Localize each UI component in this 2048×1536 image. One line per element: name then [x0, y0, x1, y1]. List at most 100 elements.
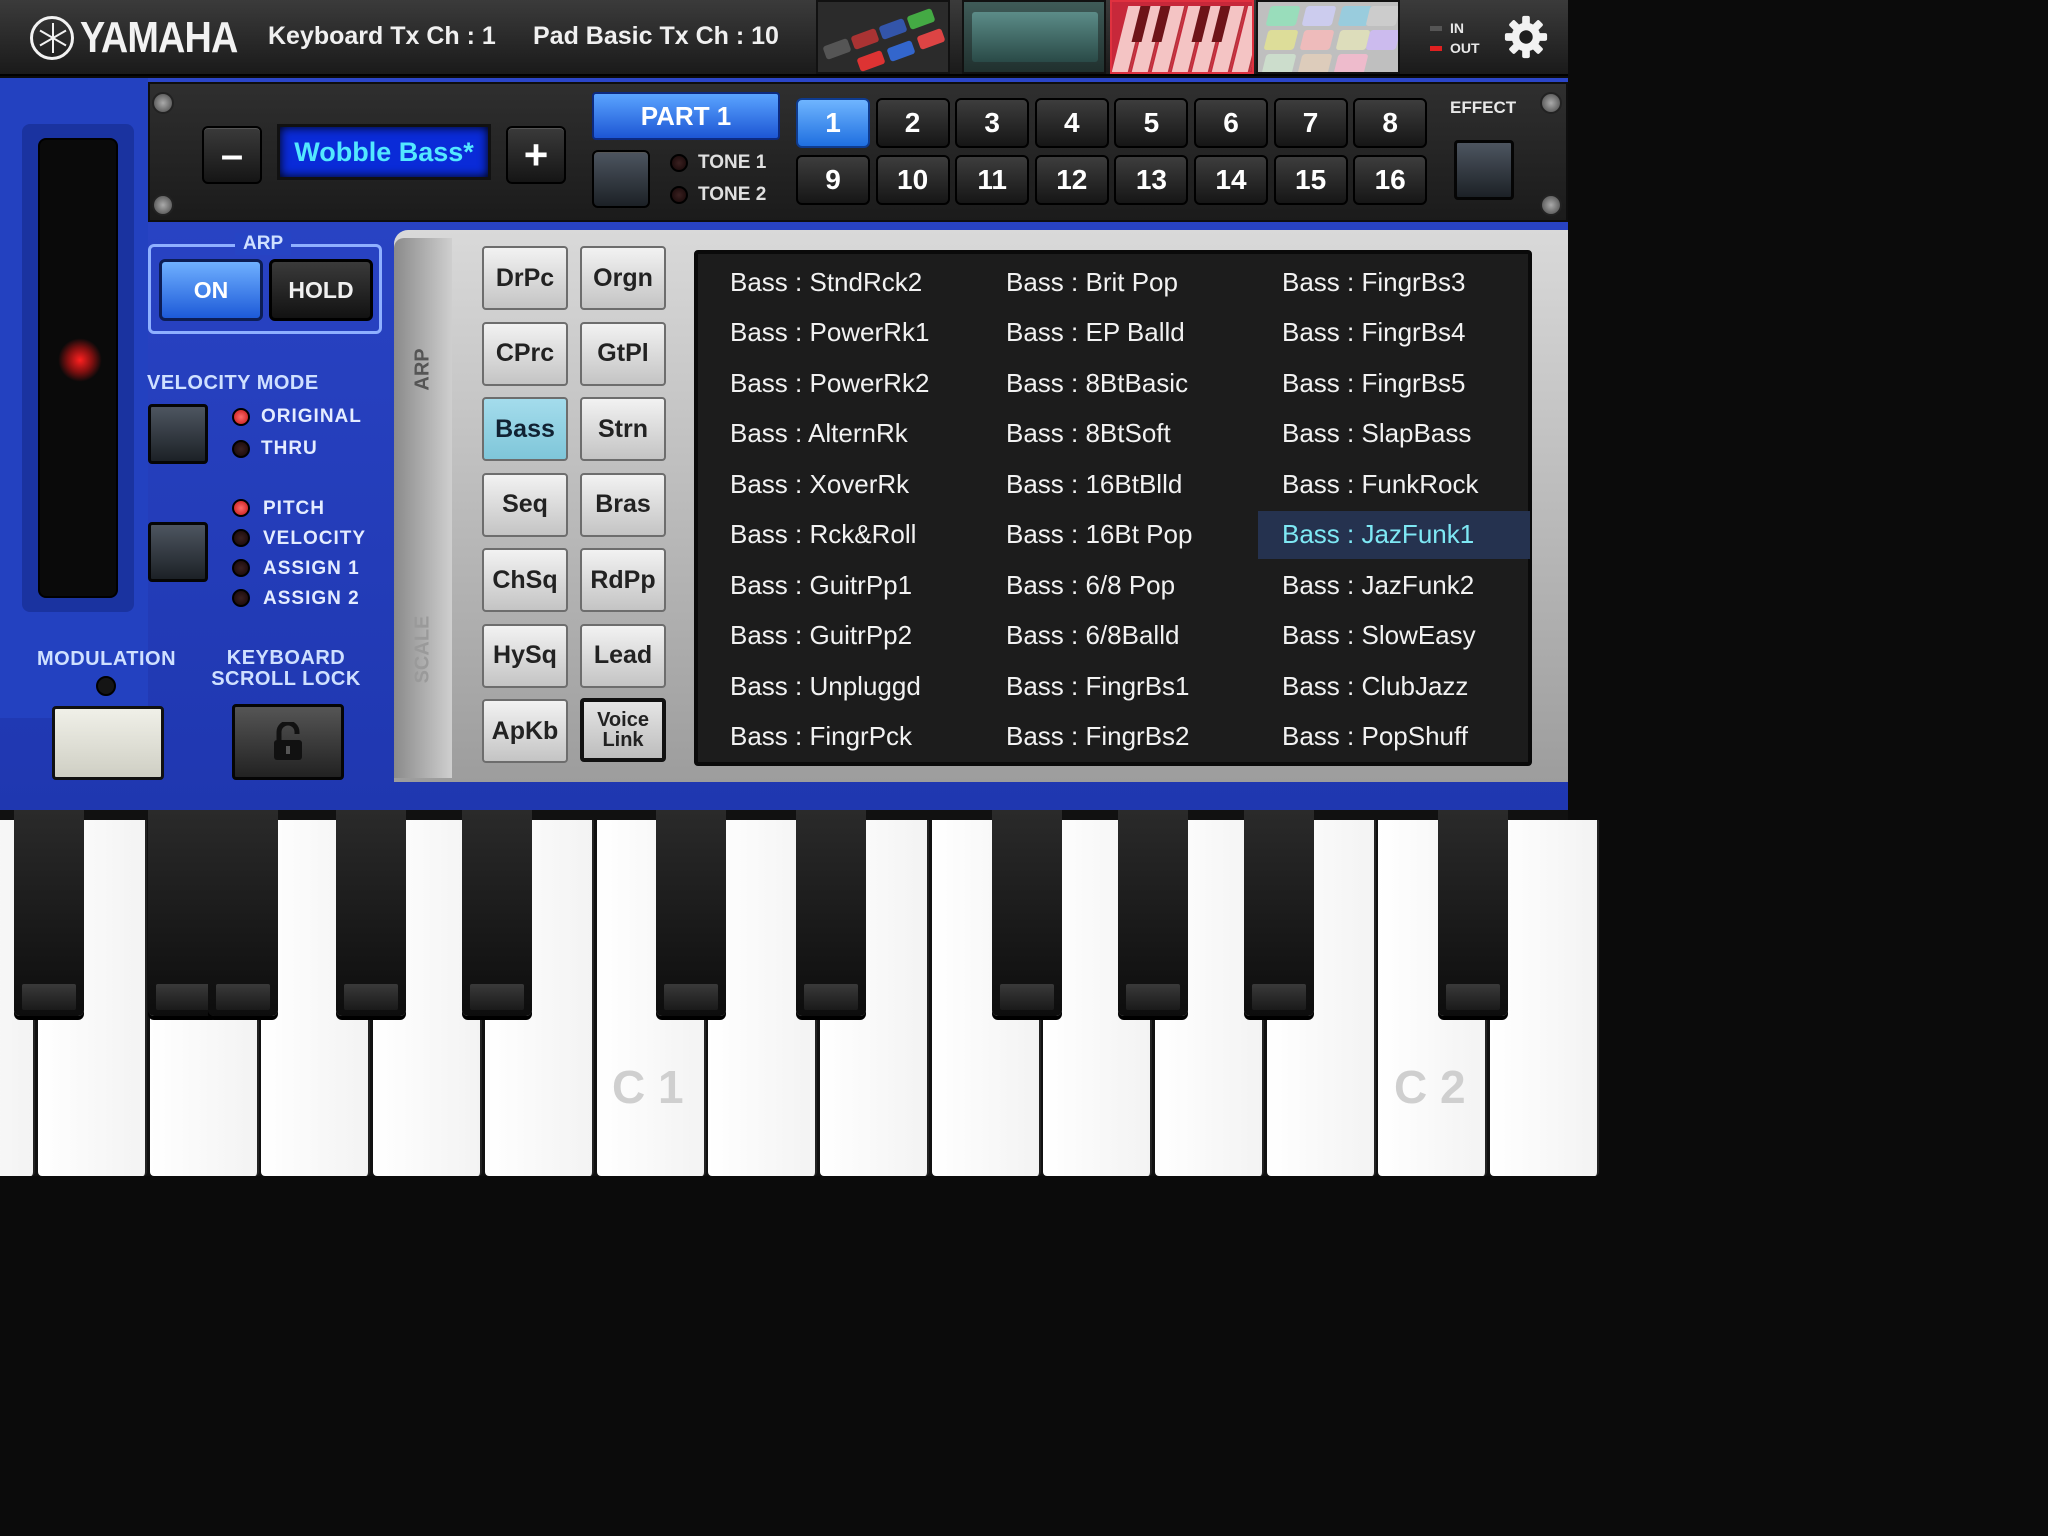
black-key[interactable]	[462, 810, 532, 1016]
voice-list-item[interactable]: Bass : GuitrPp2	[706, 612, 978, 660]
channel-button-6[interactable]: 6	[1194, 98, 1268, 148]
voice-list-item[interactable]: Bass : JazFunk1	[1258, 510, 1530, 559]
midi-out-label: OUT	[1450, 40, 1480, 56]
black-key[interactable]	[208, 810, 278, 1016]
yamaha-logo: YAMAHA	[30, 13, 263, 62]
voice-list-item[interactable]: Bass : EP Balld	[982, 309, 1254, 357]
voice-list-item[interactable]: Bass : JazFunk2	[1258, 561, 1530, 609]
tone-select-button[interactable]	[592, 150, 650, 208]
black-key[interactable]	[1118, 810, 1188, 1016]
voice-list-item[interactable]: Bass : SlapBass	[1258, 410, 1530, 458]
channel-button-3[interactable]: 3	[955, 98, 1030, 148]
voice-list-item[interactable]: Bass : FunkRock	[1258, 460, 1530, 508]
voice-list-item[interactable]: Bass : 16Bt Pop	[982, 511, 1254, 559]
category-rdpp[interactable]: RdPp	[580, 548, 666, 612]
channel-button-1[interactable]: 1	[796, 98, 870, 148]
pad-basic-tx-channel: Pad Basic Tx Ch : 10	[533, 22, 779, 50]
black-key[interactable]	[656, 810, 726, 1016]
voice-list-item[interactable]: Bass : FingrBs3	[1258, 258, 1530, 306]
tab-arp[interactable]: ARP	[412, 335, 435, 405]
channel-button-15[interactable]: 15	[1273, 155, 1348, 205]
voice-list-item[interactable]: Bass : XoverRk	[706, 460, 978, 508]
voice-list-item[interactable]: Bass : Rck&Roll	[706, 511, 978, 559]
voice-link-button[interactable]: Voice Link	[580, 698, 666, 762]
side-tabs: ARP SCALE	[394, 238, 452, 778]
arp-on-button[interactable]: ON	[159, 259, 263, 321]
category-apkb[interactable]: ApKb	[482, 699, 568, 763]
category-cprc[interactable]: CPrc	[482, 321, 568, 386]
pitch-bend-strip[interactable]	[38, 138, 118, 598]
gear-icon[interactable]	[1503, 14, 1549, 60]
voice-list-item[interactable]: Bass : 16BtBlld	[982, 460, 1254, 508]
category-bras[interactable]: Bras	[580, 472, 666, 537]
sequencer-view-thumbnail[interactable]	[816, 0, 950, 74]
voice-list-item[interactable]: Bass : 8BtBasic	[982, 359, 1254, 407]
voice-list-item[interactable]: Bass : FingrBs4	[1258, 309, 1530, 357]
tab-scale[interactable]: SCALE	[412, 615, 435, 685]
arp-hold-button[interactable]: HOLD	[269, 259, 373, 321]
channel-button-10[interactable]: 10	[875, 155, 950, 205]
velocity-mode-button[interactable]	[148, 404, 208, 464]
category-gtpl[interactable]: GtPl	[580, 321, 666, 386]
modulation-button[interactable]	[52, 706, 164, 780]
effect-button[interactable]	[1454, 140, 1514, 200]
voice-list-item[interactable]: Bass : StndRck2	[706, 258, 978, 306]
voice-list-item[interactable]: Bass : FingrBs1	[982, 662, 1254, 710]
black-key[interactable]	[14, 810, 84, 1016]
voice-list-item[interactable]: Bass : PopShuff	[1258, 713, 1530, 761]
category-chsq[interactable]: ChSq	[482, 548, 568, 612]
scroll-lock-label-line2: SCROLL LOCK	[211, 668, 361, 690]
mixer-view-thumbnail[interactable]	[962, 0, 1106, 74]
keyboard-tx-channel: Keyboard Tx Ch : 1	[268, 22, 496, 50]
channel-button-4[interactable]: 4	[1034, 98, 1109, 148]
voice-list-item[interactable]: Bass : AlternRk	[706, 410, 978, 458]
keyboard-view-thumbnail[interactable]	[1110, 0, 1254, 74]
channel-button-9[interactable]: 9	[796, 155, 870, 205]
voice-next-button[interactable]: +	[506, 126, 566, 184]
voice-list-item[interactable]: Bass : SlowEasy	[1258, 612, 1530, 660]
voice-list-item[interactable]: Bass : PowerRk1	[706, 309, 978, 357]
voice-list-item[interactable]: Bass : Brit Pop	[982, 258, 1254, 306]
voice-prev-button[interactable]: –	[202, 126, 262, 184]
black-key[interactable]	[992, 810, 1062, 1016]
voice-list-item[interactable]: Bass : 8BtSoft	[982, 410, 1254, 458]
voice-list-item[interactable]: Bass : 6/8Balld	[982, 612, 1254, 660]
category-seq[interactable]: Seq	[482, 472, 568, 537]
voice-list-item[interactable]: Bass : ClubJazz	[1258, 662, 1530, 710]
voice-list-item[interactable]: Bass : FingrPck	[706, 713, 978, 761]
top-bar: YAMAHA Keyboard Tx Ch : 1 Pad Basic Tx C…	[0, 0, 1568, 76]
voice-list-item[interactable]: Bass : GuitrPp1	[706, 561, 978, 609]
voice-link-line1: Voice	[597, 709, 649, 731]
channel-button-11[interactable]: 11	[955, 155, 1030, 205]
black-key[interactable]	[1438, 810, 1508, 1016]
category-bass[interactable]: Bass	[482, 397, 568, 461]
voice-list-item[interactable]: Bass : FingrBs2	[982, 713, 1254, 761]
black-key[interactable]	[1244, 810, 1314, 1016]
channel-button-13[interactable]: 13	[1114, 155, 1189, 205]
black-key[interactable]	[336, 810, 406, 1016]
category-orgn[interactable]: Orgn	[580, 246, 666, 310]
strip-assign-button[interactable]	[148, 522, 208, 582]
category-lead[interactable]: Lead	[580, 623, 666, 688]
voice-name-display[interactable]: Wobble Bass*	[277, 124, 491, 180]
category-drpc[interactable]: DrPc	[482, 246, 568, 310]
channel-button-16[interactable]: 16	[1353, 155, 1428, 205]
black-key[interactable]	[796, 810, 866, 1016]
voice-list-item[interactable]: Bass : PowerRk2	[706, 359, 978, 407]
category-strn[interactable]: Strn	[580, 397, 666, 461]
channel-button-12[interactable]: 12	[1034, 155, 1109, 205]
tuning-fork-emblem-icon	[30, 16, 74, 60]
voice-list-item[interactable]: Bass : Unpluggd	[706, 662, 978, 710]
keyboard-scroll-lock-button[interactable]	[232, 704, 344, 780]
channel-button-14[interactable]: 14	[1194, 155, 1268, 205]
channel-button-8[interactable]: 8	[1353, 98, 1428, 148]
channel-button-2[interactable]: 2	[875, 98, 950, 148]
unlock-icon	[274, 722, 302, 760]
pad-view-thumbnail[interactable]	[1256, 0, 1400, 74]
voice-list-item[interactable]: Bass : FingrBs5	[1258, 359, 1530, 407]
voice-list-item[interactable]: Bass : 6/8 Pop	[982, 561, 1254, 609]
category-hysq[interactable]: HySq	[482, 623, 568, 688]
part-select-button[interactable]: PART 1	[592, 92, 780, 140]
channel-button-5[interactable]: 5	[1114, 98, 1189, 148]
channel-button-7[interactable]: 7	[1273, 98, 1348, 148]
